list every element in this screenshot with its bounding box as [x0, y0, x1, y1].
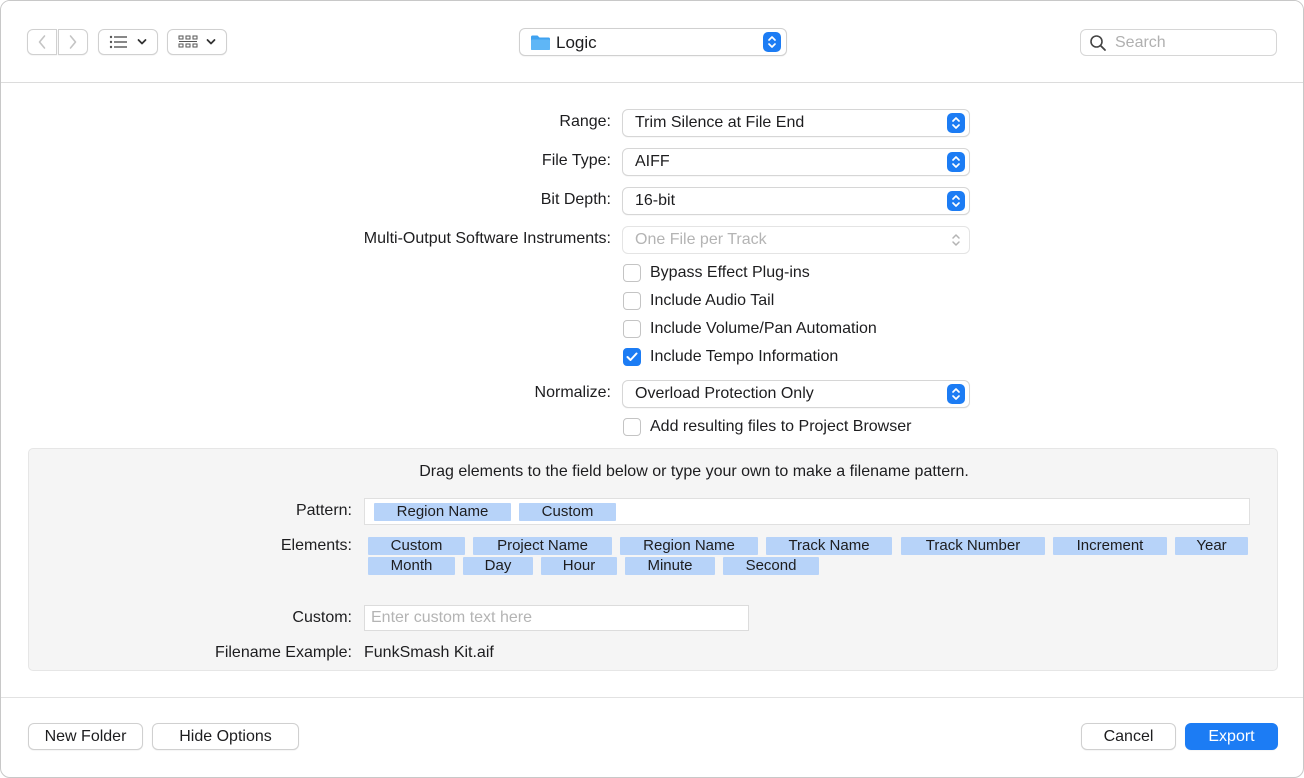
element-token[interactable]: Year [1175, 537, 1248, 555]
checkbox-box[interactable] [623, 264, 641, 282]
grid-icon [178, 35, 198, 48]
hide-options-button[interactable]: Hide Options [152, 723, 299, 750]
grid-view-button[interactable] [167, 29, 227, 55]
list-icon [109, 35, 127, 49]
element-token[interactable]: Project Name [473, 537, 612, 555]
pattern-field[interactable]: Region Name Custom [364, 498, 1250, 525]
multi-output-value: One File per Track [635, 231, 767, 248]
list-view-button[interactable] [98, 29, 158, 55]
range-value: Trim Silence at File End [635, 114, 805, 131]
popup-stepper-icon [947, 384, 965, 404]
chevron-right-icon [69, 35, 77, 49]
checkbox-box[interactable] [623, 320, 641, 338]
element-token[interactable]: Track Number [901, 537, 1045, 555]
volume-pan-checkbox[interactable]: Include Volume/Pan Automation [623, 320, 877, 338]
elements-label: Elements: [280, 537, 352, 554]
normalize-label: Normalize: [534, 384, 611, 401]
export-dialog: Logic Range: Trim Silence at File End Fi… [0, 0, 1304, 778]
pattern-token[interactable]: Custom [519, 503, 616, 521]
toolbar: Logic [1, 1, 1303, 83]
popup-stepper-icon [947, 191, 965, 211]
bit-depth-popup[interactable]: 16-bit [622, 187, 970, 215]
file-type-value: AIFF [635, 153, 670, 170]
popup-stepper-icon [947, 230, 965, 250]
checkbox-label: Add resulting files to Project Browser [650, 418, 912, 435]
checkbox-box[interactable] [623, 418, 641, 436]
element-token[interactable]: Hour [541, 557, 617, 575]
custom-label: Custom: [292, 609, 352, 626]
location-popup[interactable]: Logic [519, 28, 787, 56]
bit-depth-value: 16-bit [635, 192, 676, 209]
add-to-browser-checkbox[interactable]: Add resulting files to Project Browser [623, 418, 911, 436]
custom-text-input[interactable] [371, 608, 741, 628]
pattern-hint: Drag elements to the field below or type… [419, 463, 969, 480]
normalize-value: Overload Protection Only [635, 385, 814, 402]
location-label: Logic [556, 33, 597, 52]
checkbox-label: Include Volume/Pan Automation [650, 320, 877, 337]
filename-example-value: FunkSmash Kit.aif [364, 644, 494, 661]
element-token[interactable]: Month [368, 557, 455, 575]
element-token[interactable]: Track Name [766, 537, 892, 555]
popup-stepper-icon [947, 152, 965, 172]
pattern-label: Pattern: [295, 502, 352, 519]
divider [1, 697, 1303, 698]
range-label: Range: [559, 113, 611, 130]
folder-icon [531, 35, 550, 50]
tempo-info-checkbox[interactable]: Include Tempo Information [623, 348, 838, 366]
chevron-left-icon [38, 35, 46, 49]
multi-output-popup: One File per Track [622, 226, 970, 254]
chevron-down-icon [206, 39, 216, 45]
audio-tail-checkbox[interactable]: Include Audio Tail [623, 292, 774, 310]
search-input[interactable] [1115, 33, 1265, 53]
normalize-popup[interactable]: Overload Protection Only [622, 380, 970, 408]
element-token[interactable]: Minute [625, 557, 715, 575]
range-popup[interactable]: Trim Silence at File End [622, 109, 970, 137]
bit-depth-label: Bit Depth: [540, 191, 611, 208]
custom-text-field[interactable] [364, 605, 749, 631]
element-token[interactable]: Increment [1053, 537, 1167, 555]
filename-example-label: Filename Example: [215, 644, 352, 661]
back-button[interactable] [27, 29, 57, 55]
bypass-effects-checkbox[interactable]: Bypass Effect Plug-ins [623, 264, 810, 282]
element-token[interactable]: Custom [368, 537, 465, 555]
chevron-down-icon [137, 39, 147, 45]
element-token[interactable]: Second [723, 557, 819, 575]
checkbox-label: Include Audio Tail [650, 292, 775, 309]
file-type-label: File Type: [541, 152, 611, 169]
checkmark-icon [626, 352, 638, 361]
file-type-popup[interactable]: AIFF [622, 148, 970, 176]
filename-pattern-panel: Drag elements to the field below or type… [28, 448, 1278, 671]
element-token[interactable]: Region Name [620, 537, 758, 555]
checkbox-box[interactable] [623, 292, 641, 310]
forward-button[interactable] [58, 29, 88, 55]
export-button[interactable]: Export [1185, 723, 1278, 750]
cancel-button[interactable]: Cancel [1081, 723, 1176, 750]
popup-stepper-icon [947, 113, 965, 133]
element-token[interactable]: Day [463, 557, 533, 575]
new-folder-button[interactable]: New Folder [28, 723, 143, 750]
checkbox-label: Bypass Effect Plug-ins [650, 264, 810, 281]
search-icon [1090, 35, 1106, 51]
popup-stepper-icon [763, 32, 781, 52]
search-field[interactable] [1080, 29, 1277, 56]
checkbox-box[interactable] [623, 348, 641, 366]
multi-output-label: Multi-Output Software Instruments: [363, 230, 611, 247]
pattern-token[interactable]: Region Name [374, 503, 511, 521]
checkbox-label: Include Tempo Information [650, 348, 839, 365]
